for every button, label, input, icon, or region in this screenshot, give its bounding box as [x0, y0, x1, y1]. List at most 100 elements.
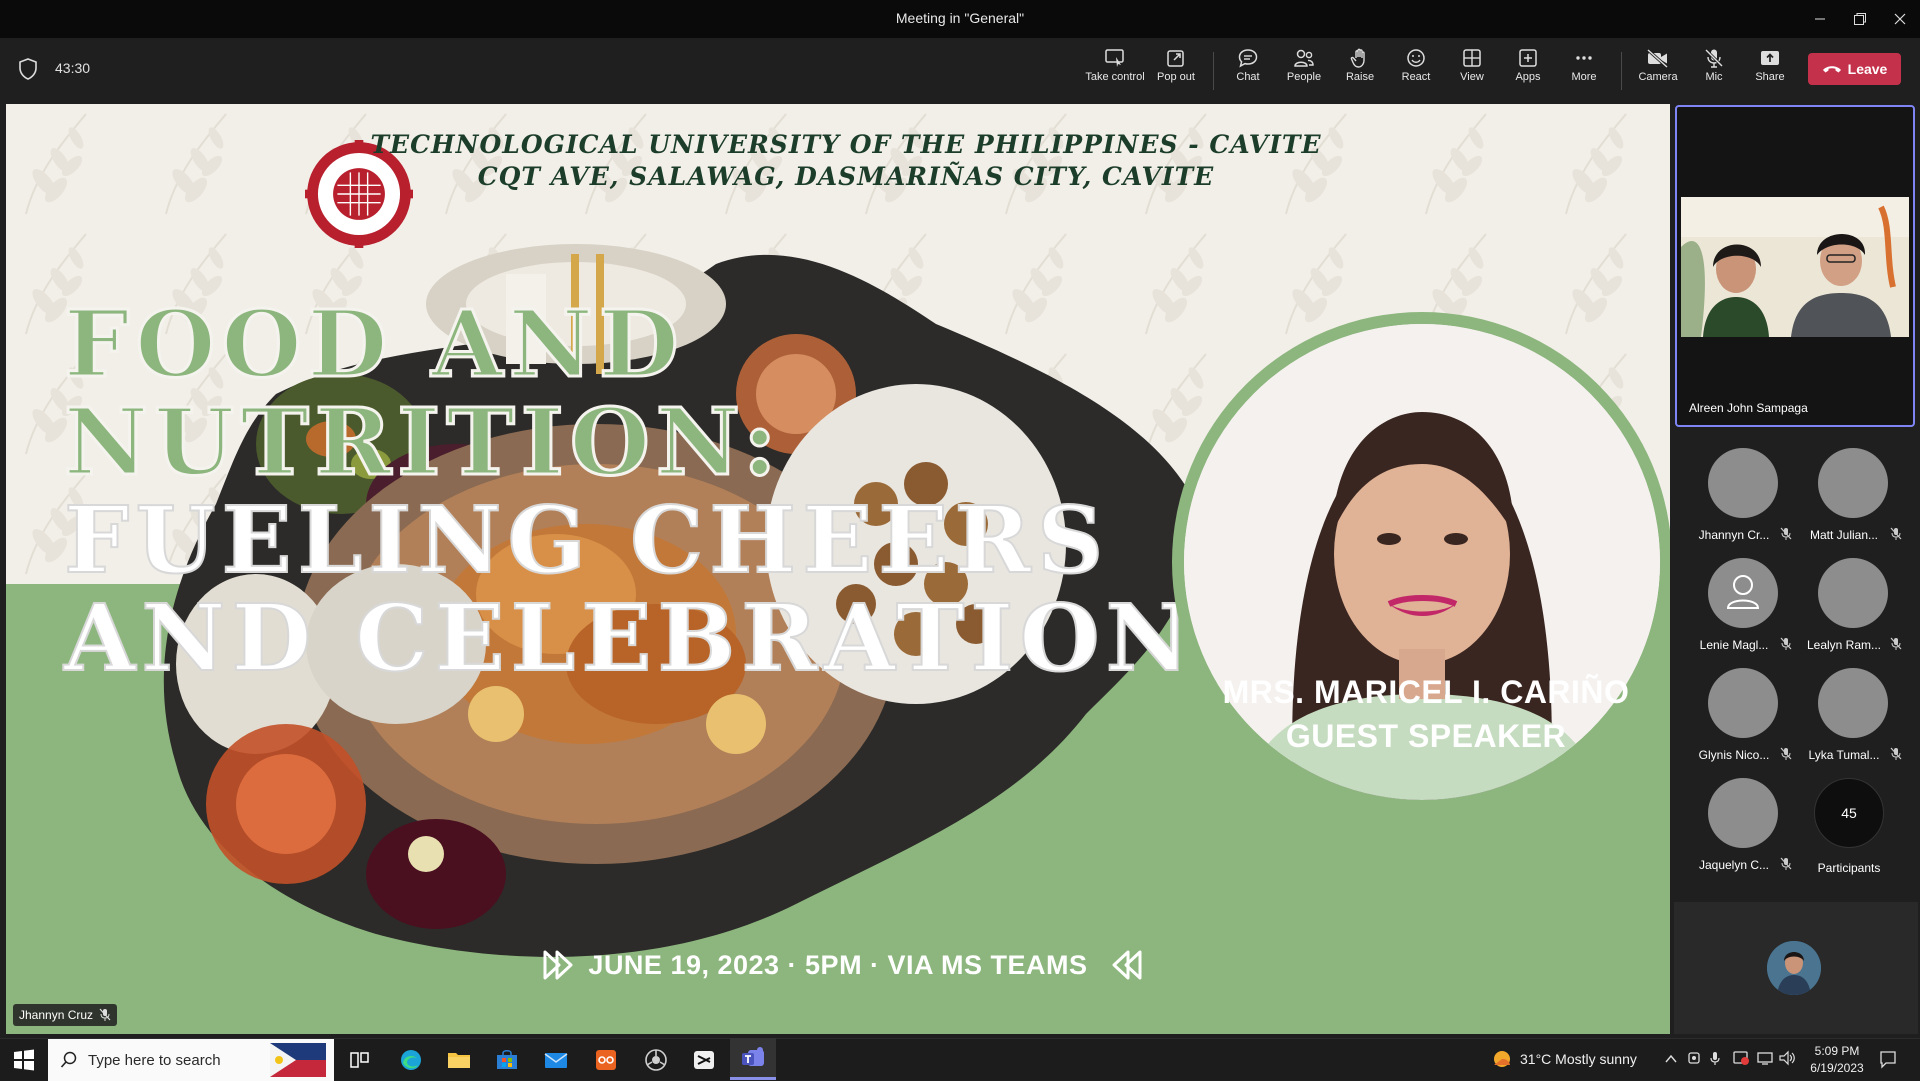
close-icon [1894, 13, 1906, 25]
network-icon[interactable] [1756, 1050, 1774, 1066]
participant-avatar [1818, 668, 1888, 738]
apps-plus-icon [1519, 49, 1537, 67]
leave-button[interactable]: Leave [1808, 53, 1901, 85]
view-button[interactable]: View [1443, 48, 1501, 94]
shared-presentation-slide: TECHNOLOGICAL UNIVERSITY OF THE PHILIPPI… [6, 104, 1670, 1034]
more-button[interactable]: More [1555, 48, 1613, 94]
weather-text[interactable]: 31°C Mostly sunny [1520, 1051, 1637, 1067]
pop-out-icon [1167, 50, 1184, 67]
participant-avatar [1818, 448, 1888, 518]
take-control-icon [1105, 49, 1124, 67]
toolbar-divider [1621, 52, 1622, 90]
tray-app-icon[interactable] [1686, 1050, 1702, 1068]
chat-button[interactable]: Chat [1219, 48, 1277, 94]
meeting-toolbar: 43:30 Take control Pop out Chat People R… [0, 38, 1920, 100]
taskbar-clock[interactable]: 5:09 PM 6/19/2023 [1792, 1043, 1882, 1077]
presenter-name-tag: Jhannyn Cruz [13, 1004, 118, 1026]
people-button[interactable]: People [1275, 48, 1333, 94]
university-name: TECHNOLOGICAL UNIVERSITY OF THE PHILIPPI… [370, 130, 1322, 159]
camera-off-icon [1646, 48, 1669, 68]
slide-title-line-4: AND CELEBRATION [63, 583, 1196, 693]
participant-tile[interactable]: Matt Julian... [1798, 448, 1902, 548]
people-icon [1294, 49, 1314, 67]
raise-hand-icon [1350, 48, 1365, 68]
slide-title-line-2: NUTRITION: [63, 387, 783, 498]
taskbar-search-box[interactable]: Type here to search [48, 1039, 334, 1081]
slide-title-line-3: FUELING CHEERS [63, 485, 1110, 595]
person-icon [1726, 575, 1760, 609]
self-video-feed [1681, 197, 1909, 337]
action-center-icon[interactable] [1878, 1049, 1898, 1069]
self-video-tile[interactable]: Alreen John Sampaga [1675, 105, 1915, 427]
minimize-button[interactable] [1806, 6, 1834, 32]
restore-button[interactable] [1846, 6, 1874, 32]
search-highlight-graphic [270, 1043, 326, 1077]
task-view-icon[interactable] [347, 1048, 373, 1072]
participant-avatar [1708, 668, 1778, 738]
muted-mic-icon [99, 1008, 111, 1021]
muted-mic-icon [1890, 527, 1902, 540]
notification-badge-icon[interactable] [1732, 1049, 1750, 1067]
participant-tile[interactable]: Lenie Magl... [1688, 558, 1792, 658]
file-explorer-icon[interactable] [446, 1048, 472, 1072]
participant-count-label: Participants [1817, 861, 1881, 875]
participant-tile[interactable]: Glynis Nico... [1688, 668, 1792, 768]
self-view-name: Alreen John Sampaga [1689, 401, 1808, 415]
university-address: CQT AVE, SALAWAG, DASMARIÑAS CITY, CAVIT… [477, 162, 1215, 191]
title-bar: Meeting in "General" [0, 0, 1920, 38]
camera-button[interactable]: Camera [1629, 48, 1687, 94]
chat-icon [1238, 49, 1258, 68]
close-button[interactable] [1886, 6, 1914, 32]
apps-button[interactable]: Apps [1499, 48, 1557, 94]
self-avatar[interactable] [1767, 941, 1821, 995]
raise-hand-button[interactable]: Raise [1331, 48, 1389, 94]
weather-sunny-icon[interactable] [1490, 1048, 1514, 1070]
participant-tile[interactable]: Jaquelyn C... [1688, 778, 1792, 878]
muted-mic-icon [1890, 747, 1902, 760]
participant-tile[interactable]: Jhannyn Cr... [1688, 448, 1792, 548]
participant-tile[interactable]: Lyka Tumal... [1798, 668, 1902, 768]
shield-icon[interactable] [18, 58, 38, 80]
tray-microphone-icon[interactable] [1708, 1050, 1722, 1068]
slide-title-line-1: FOOD AND [63, 289, 685, 400]
participant-avatar [1708, 448, 1778, 518]
mic-off-icon [1704, 48, 1724, 68]
view-grid-icon [1463, 49, 1481, 67]
office-app-icon[interactable] [593, 1048, 619, 1072]
minimize-icon [1815, 18, 1825, 20]
pop-out-button[interactable]: Pop out [1147, 48, 1205, 94]
muted-mic-icon [1780, 527, 1792, 540]
react-button[interactable]: React [1387, 48, 1445, 94]
mail-icon[interactable] [543, 1048, 569, 1072]
participant-tile[interactable]: Lealyn Ram... [1798, 558, 1902, 658]
search-placeholder: Type here to search [88, 1052, 221, 1069]
microsoft-store-icon[interactable] [494, 1048, 520, 1072]
muted-mic-icon [1780, 637, 1792, 650]
toolbar-divider [1213, 52, 1214, 90]
muted-mic-icon [1780, 857, 1792, 870]
share-button[interactable]: Share [1741, 48, 1799, 94]
backward-arrow-icon [1112, 950, 1142, 980]
search-icon [60, 1051, 77, 1068]
browser-app-icon[interactable] [643, 1048, 669, 1072]
share-screen-icon [1761, 51, 1779, 65]
windows-start-icon[interactable] [11, 1048, 37, 1072]
mic-button[interactable]: Mic [1685, 48, 1743, 94]
speaker-role: GUEST SPEAKER [1285, 718, 1567, 754]
speaker-name: MRS. MARICEL I. CARIÑO [1222, 674, 1630, 710]
chevron-up-icon[interactable] [1664, 1052, 1678, 1066]
capcut-icon[interactable] [691, 1048, 717, 1072]
event-details: JUNE 19, 2023 · 5PM · VIA MS TEAMS [588, 950, 1088, 980]
more-dots-icon [1576, 56, 1592, 60]
teams-taskbar-button-active[interactable] [730, 1038, 776, 1080]
restore-icon [1854, 13, 1866, 25]
muted-mic-icon [1780, 747, 1792, 760]
teams-icon [742, 1047, 764, 1066]
participant-avatar [1818, 558, 1888, 628]
edge-browser-icon[interactable] [398, 1048, 424, 1072]
meeting-timer: 43:30 [55, 60, 91, 76]
hang-up-icon [1822, 66, 1841, 73]
participant-count-badge[interactable]: 45 [1814, 778, 1884, 848]
take-control-button[interactable]: Take control [1084, 48, 1146, 94]
participant-avatar [1708, 778, 1778, 848]
